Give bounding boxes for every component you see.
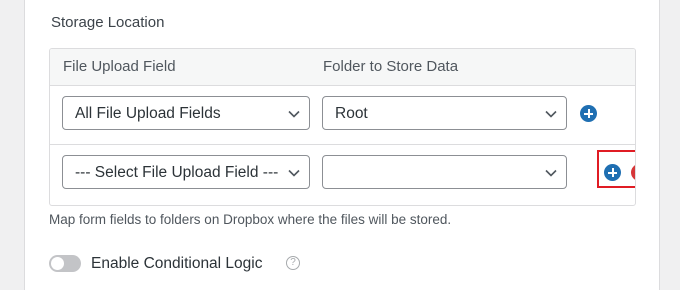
table-row: All File Upload Fields Root — [50, 86, 635, 145]
chevron-down-icon — [287, 107, 301, 121]
folder-select[interactable] — [322, 155, 567, 189]
section-title: Storage Location — [51, 14, 165, 31]
conditional-logic-label: Enable Conditional Logic — [91, 255, 263, 272]
help-text: Map form fields to folders on Dropbox wh… — [49, 212, 452, 227]
chevron-down-icon — [287, 166, 301, 180]
file-upload-field-select[interactable]: --- Select File Upload Field --- — [62, 155, 310, 189]
file-upload-field-value: --- Select File Upload Field --- — [75, 164, 279, 181]
chevron-down-icon — [544, 107, 558, 121]
file-upload-field-value: All File Upload Fields — [75, 105, 221, 122]
folder-value: Root — [335, 105, 368, 122]
folder-select[interactable]: Root — [322, 96, 567, 130]
table-row: --- Select File Upload Field --- — [50, 145, 635, 203]
storage-location-table: File Upload Field Folder to Store Data A… — [49, 48, 636, 206]
header-file-upload-field: File Upload Field — [63, 58, 176, 75]
add-row-button[interactable] — [604, 164, 621, 181]
toggle-knob — [51, 257, 64, 270]
add-row-button[interactable] — [580, 105, 597, 122]
chevron-down-icon — [544, 166, 558, 180]
table-header: File Upload Field Folder to Store Data — [50, 49, 635, 86]
header-folder-to-store-data: Folder to Store Data — [323, 58, 459, 75]
question-circle-icon[interactable]: ? — [286, 256, 300, 270]
file-upload-field-select[interactable]: All File Upload Fields — [62, 96, 310, 130]
settings-panel: Storage Location File Upload Field Folde… — [24, 0, 660, 290]
conditional-logic-toggle[interactable] — [49, 255, 81, 272]
